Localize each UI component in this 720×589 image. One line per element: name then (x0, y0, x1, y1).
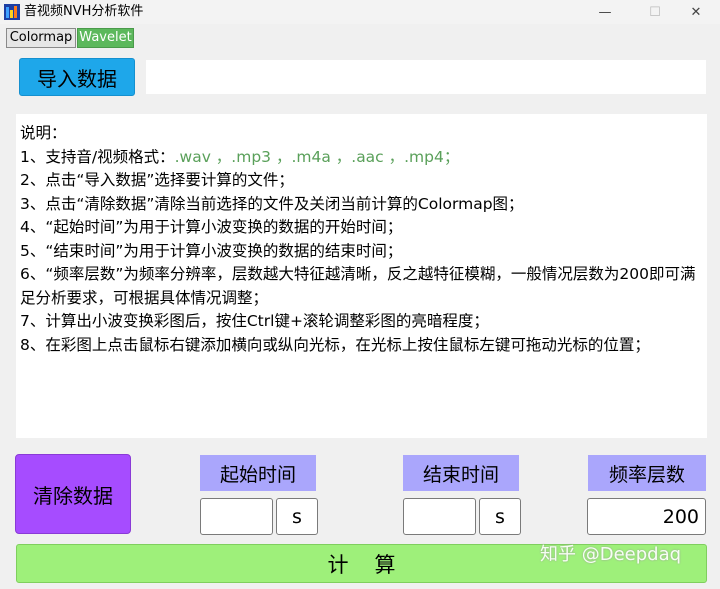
instruction-line-7: 7、计算出小波变换彩图后，按住Ctrl键+滚轮调整彩图的亮暗程度； (20, 312, 489, 330)
instruction-line-6: 6、“频率层数”为频率分辨率，层数越大特征越清晰，反之越特征模糊，一般情况层数为… (20, 265, 696, 307)
file-path-field[interactable] (146, 60, 706, 94)
start-time-unit: s (276, 498, 318, 535)
start-time-label: 起始时间 (200, 455, 316, 491)
instruction-line-4: 4、“起始时间”为用于计算小波变换的数据的开始时间； (20, 218, 403, 236)
watermark: 知乎 @Deepdaq (540, 544, 682, 565)
import-data-button[interactable]: 导入数据 (19, 58, 135, 96)
end-time-unit: s (479, 498, 521, 535)
instructions-heading: 说明： (20, 124, 67, 142)
instruction-line-2: 2、点击“导入数据”选择要计算的文件； (20, 171, 294, 189)
tab-colormap[interactable]: Colormap (6, 28, 76, 48)
instruction-line-8: 8、在彩图上点击鼠标右键添加横向或纵向光标，在光标上按住鼠标左键可拖动光标的位置… (20, 335, 650, 354)
window-title: 音视频NVH分析软件 (24, 4, 144, 19)
app-icon (4, 4, 20, 20)
close-button[interactable]: ✕ (672, 0, 720, 24)
freq-levels-label: 频率层数 (588, 455, 706, 491)
start-time-input[interactable] (200, 498, 273, 535)
supported-formats: .wav ，.mp3 ，.m4a ，.aac ，.mp4； (174, 147, 460, 166)
end-time-label: 结束时间 (403, 455, 519, 491)
tab-wavelet[interactable]: Wavelet (77, 28, 134, 48)
instruction-line-5: 5、“结束时间”为用于计算小波变换的数据的结束时间； (20, 241, 403, 260)
minimize-button[interactable]: — (580, 0, 630, 24)
freq-levels-input[interactable] (587, 498, 706, 535)
instructions-panel: 说明： 1、支持音/视频格式：.wav ，.mp3 ，.m4a ，.aac ，.… (16, 114, 707, 438)
instruction-line-1: 1、支持音/视频格式：.wav ，.mp3 ，.m4a ，.aac ，.mp4； (20, 146, 703, 170)
instruction-line-1-prefix: 1、支持音/视频格式： (20, 147, 175, 166)
instruction-line-3: 3、点击“清除数据”清除当前选择的文件及关闭当前计算的Colormap图； (20, 194, 524, 213)
end-time-input[interactable] (403, 498, 476, 535)
clear-data-button[interactable]: 清除数据 (15, 454, 131, 534)
